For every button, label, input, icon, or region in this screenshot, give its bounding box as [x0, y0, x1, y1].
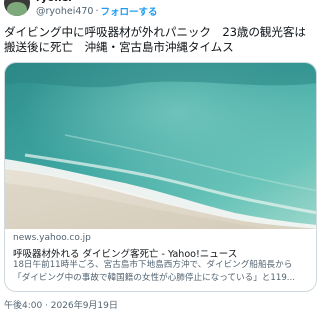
card-domain[interactable]: news.yahoo.co.jp: [13, 233, 91, 243]
link-card[interactable]: news.yahoo.co.jp 呼吸器材外れる ダイビング客死亡 - Yaho…: [4, 62, 317, 292]
card-description-line-1: 18日午前11時半ごろ、宮古島市下地島西方沖で、ダイビング船船長から: [13, 260, 293, 270]
card-description: 18日午前11時半ごろ、宮古島市下地島西方沖で、ダイビング船船長から 「ダイビン…: [13, 259, 311, 285]
tweet-timestamp[interactable]: 午後4:00 · 2026年9月19日: [4, 298, 118, 311]
card-title[interactable]: 呼吸器材外れる ダイビング客死亡 - Yahoo!ニュース: [13, 246, 237, 260]
card-description-line-2: 「ダイビング中の事故で韓国籍の女性が心肺停止になっている」と119...: [13, 273, 295, 283]
user-avatar[interactable]: [4, 0, 30, 16]
handle-row: @ryohei470 · フォローする: [36, 4, 158, 19]
follow-button[interactable]: フォローする: [101, 4, 158, 18]
beach-photo-image[interactable]: [5, 63, 317, 229]
user-handle[interactable]: @ryohei470: [36, 6, 93, 17]
tweet-text: ダイビング中に呼吸器材が外れパニック 23歳の観光客は搬送後に死亡 沖縄・宮古島…: [4, 25, 306, 54]
separator-dot: ·: [95, 5, 99, 17]
